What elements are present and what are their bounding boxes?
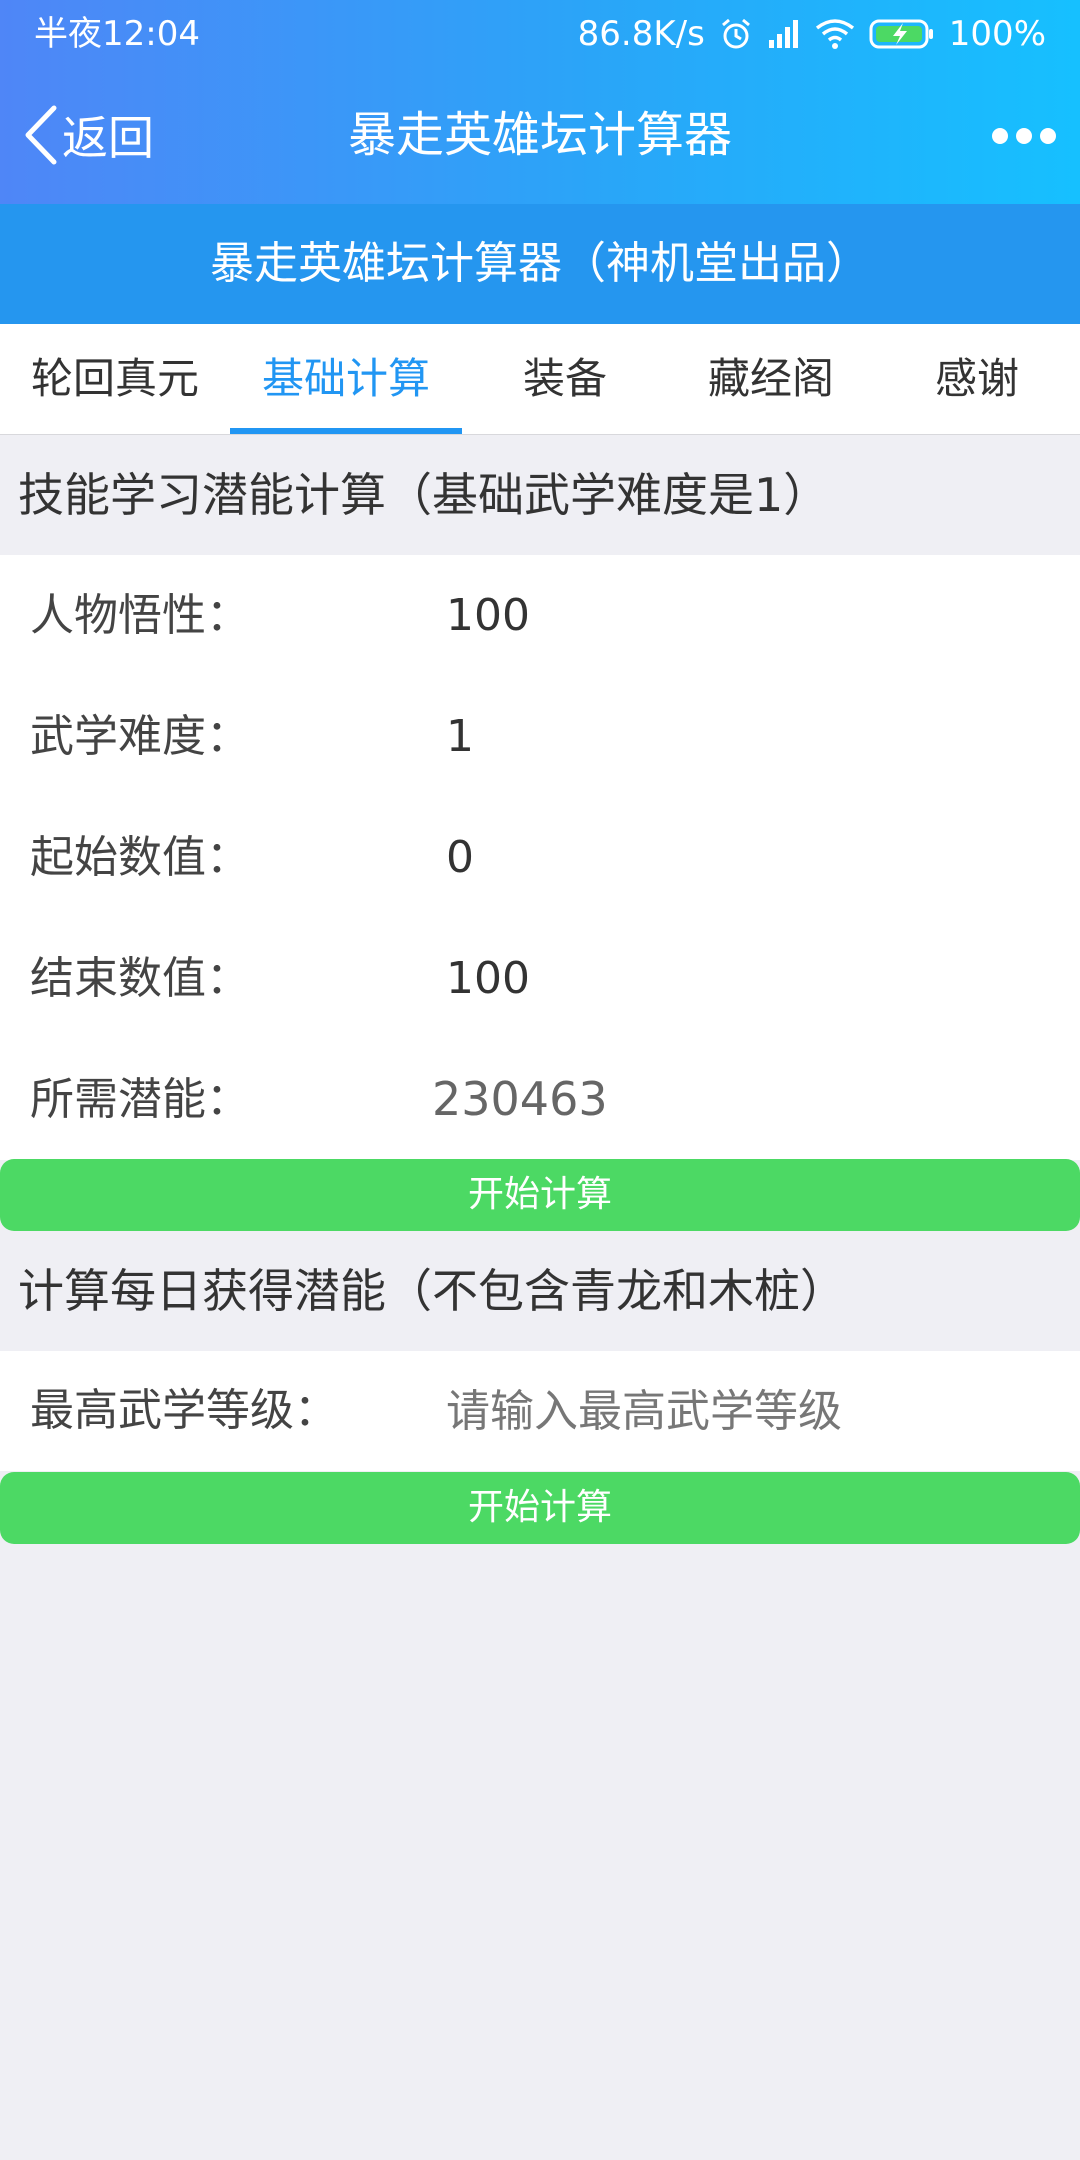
status-bar: 半夜12:04 86.8K/s 100% xyxy=(0,0,1080,68)
more-dot-icon xyxy=(1040,128,1056,144)
app-header: 半夜12:04 86.8K/s 100% 返回 暴走英雄坛计算器 xyxy=(0,0,1080,204)
alarm-icon xyxy=(719,17,753,51)
page-title: 暴走英雄坛计算器 xyxy=(347,107,732,163)
calculate-daily-button[interactable]: 开始计算 xyxy=(0,1472,1080,1544)
battery-charging-icon xyxy=(869,18,935,50)
field-label: 武学难度： xyxy=(30,711,250,762)
section-title-daily: 计算每日获得潜能（不包含青龙和木桩） xyxy=(0,1231,1080,1351)
tab-bar: 轮回真元 基础计算 装备 藏经阁 感谢 xyxy=(0,324,1080,435)
field-label: 最高武学等级： xyxy=(30,1385,338,1436)
comprehension-input[interactable] xyxy=(446,585,1046,645)
form-row-max-level: 最高武学等级： xyxy=(0,1351,1080,1471)
status-time: 半夜12:04 xyxy=(34,14,200,54)
wifi-icon xyxy=(815,18,855,50)
field-label: 结束数值： xyxy=(30,953,250,1004)
difficulty-input[interactable] xyxy=(446,706,1046,766)
tab-library[interactable]: 藏经阁 xyxy=(668,324,874,434)
tab-thanks[interactable]: 感谢 xyxy=(874,324,1080,434)
field-label: 所需潜能： xyxy=(30,1074,250,1125)
daily-form: 最高武学等级： xyxy=(0,1351,1080,1471)
field-label: 起始数值： xyxy=(30,832,250,883)
signal-icon xyxy=(767,18,801,50)
section-title-skill: 技能学习潜能计算（基础武学难度是1） xyxy=(0,435,1080,555)
end-value-input[interactable] xyxy=(446,948,1046,1008)
skill-form: 人物悟性： 武学难度： 起始数值： 结束数值： 所需潜能： 230463 xyxy=(0,555,1080,1160)
start-value-input[interactable] xyxy=(446,827,1046,887)
required-potential-value: 230463 xyxy=(432,1072,608,1126)
battery-level: 100% xyxy=(948,14,1046,54)
more-menu-button[interactable] xyxy=(992,118,1056,154)
status-icons: 86.8K/s 100% xyxy=(578,14,1046,54)
nav-bar: 返回 暴走英雄坛计算器 xyxy=(0,68,1080,204)
max-level-input[interactable] xyxy=(446,1381,1046,1441)
tab-basic-calc[interactable]: 基础计算 xyxy=(230,324,462,434)
form-row-end-value: 结束数值： xyxy=(0,918,1080,1039)
field-label: 人物悟性： xyxy=(30,590,250,641)
form-row-difficulty: 武学难度： xyxy=(0,676,1080,797)
form-row-comprehension: 人物悟性： xyxy=(0,555,1080,676)
tab-reincarnation[interactable]: 轮回真元 xyxy=(0,324,230,434)
form-row-required-potential: 所需潜能： 230463 xyxy=(0,1039,1080,1160)
tab-equipment[interactable]: 装备 xyxy=(462,324,668,434)
form-row-start-value: 起始数值： xyxy=(0,797,1080,918)
more-dot-icon xyxy=(1016,128,1032,144)
net-speed: 86.8K/s xyxy=(577,14,705,54)
tab-indicator xyxy=(230,428,462,434)
more-dot-icon xyxy=(992,128,1008,144)
calculate-potential-button[interactable]: 开始计算 xyxy=(0,1159,1080,1231)
app-banner: 暴走英雄坛计算器（神机堂出品） xyxy=(0,204,1080,324)
